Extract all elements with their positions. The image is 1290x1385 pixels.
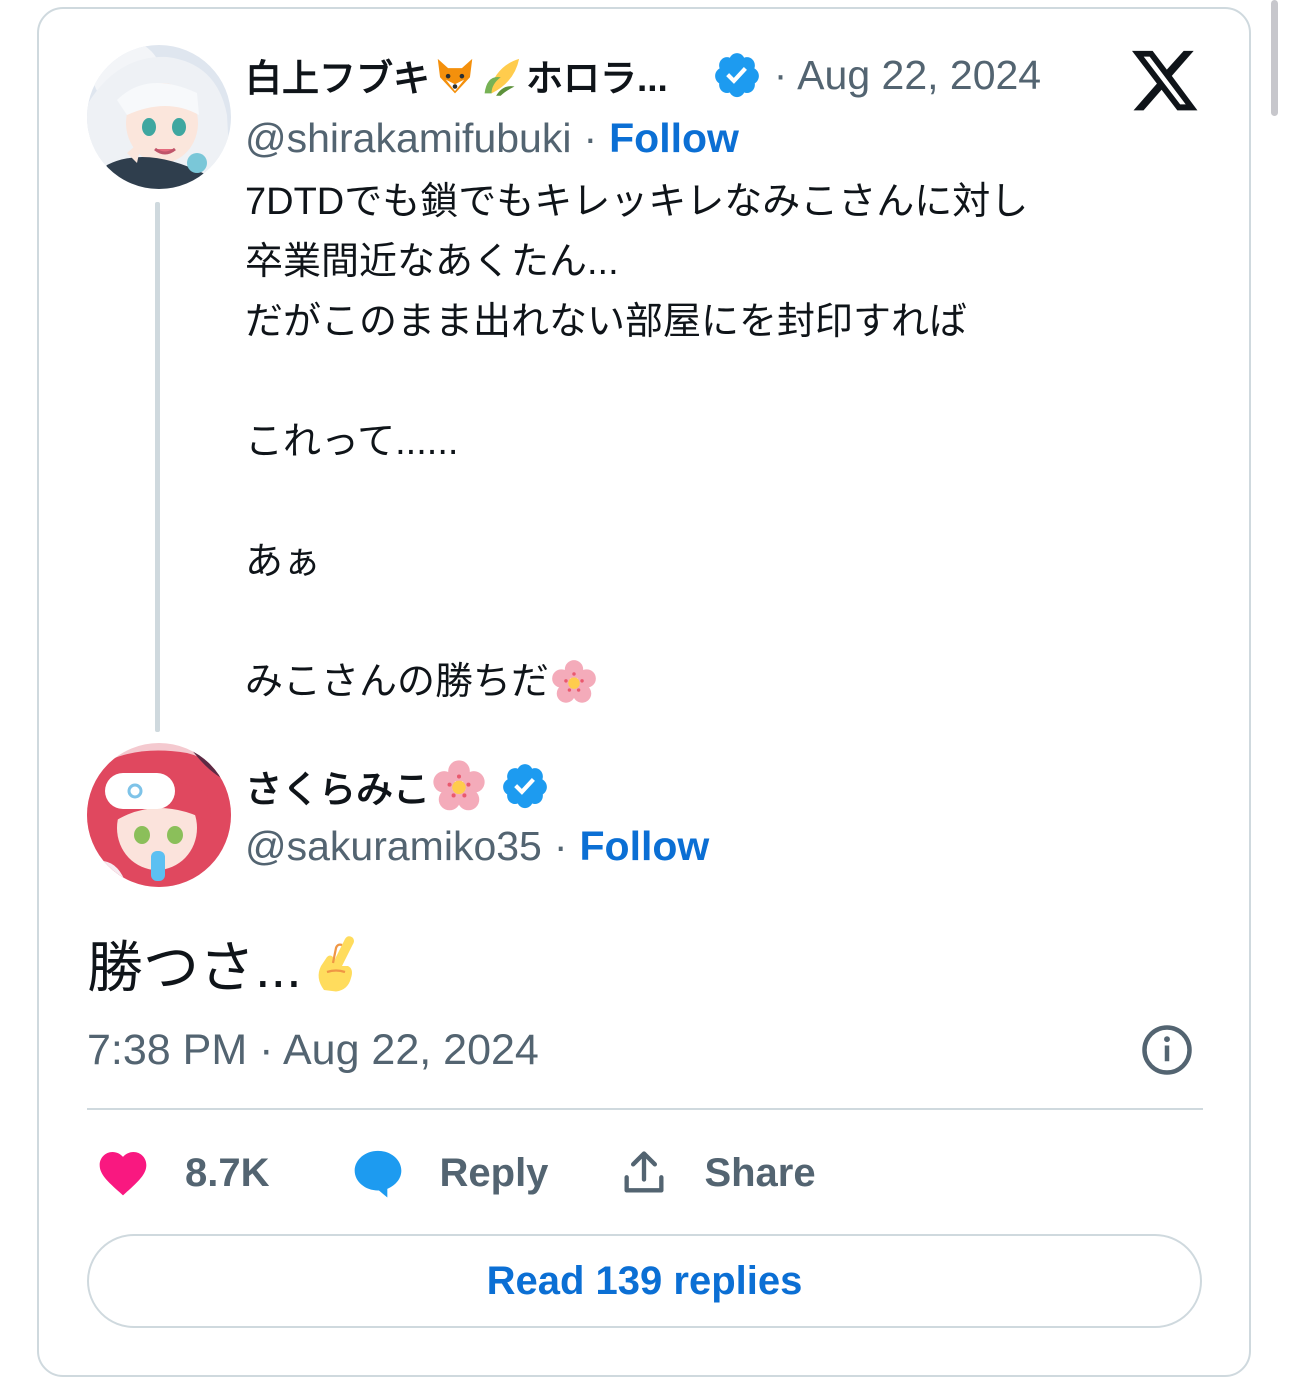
heart-icon	[95, 1145, 151, 1201]
follow-button-main[interactable]: Follow	[580, 823, 710, 870]
main-handle[interactable]: @sakuramiko35	[245, 823, 542, 870]
follow-button-quoted[interactable]: Follow	[609, 115, 739, 162]
divider	[87, 1108, 1203, 1110]
quoted-handle[interactable]: @shirakamifubuki	[245, 115, 571, 162]
main-handle-row: @sakuramiko35 · Follow	[245, 818, 709, 874]
handle-separator: ·	[583, 114, 598, 161]
quoted-tweet-text: 7DTDでも鎖でもキレッキレなみこさんに対し 卒業間近なあくたん... だがこの…	[245, 172, 1145, 712]
verified-badge-icon	[500, 761, 550, 811]
read-replies-label: Read 139 replies	[486, 1258, 803, 1303]
avatar-sakuramiko[interactable]	[87, 743, 231, 887]
main-display-name[interactable]: さくらみこ	[245, 759, 430, 813]
main-tweet-header: さくらみこ	[245, 756, 550, 816]
header-separator: ·	[773, 52, 788, 97]
quoted-display-name-suffix: ホロラ...	[526, 58, 668, 99]
verified-badge-icon	[712, 50, 762, 100]
share-label: Share	[704, 1150, 816, 1195]
cherry-blossom-emoji	[551, 659, 597, 705]
corn-emoji	[480, 52, 526, 98]
avatar-shirakamifubuki[interactable]	[87, 45, 231, 189]
quoted-text-line: みこさんの勝ちだ	[245, 661, 550, 703]
handle-separator: ·	[553, 822, 568, 869]
quoted-text-blank-line	[245, 472, 1145, 532]
thread-connector-line	[155, 202, 160, 732]
quoted-display-name[interactable]: 白上フブキ	[245, 48, 430, 102]
quoted-text-line: あぁ	[245, 541, 322, 583]
fox-emoji	[432, 52, 478, 98]
cherry-blossom-emoji	[432, 759, 486, 813]
quoted-text-line: 卒業間近なあくたん...	[245, 241, 619, 283]
tweet-timestamp[interactable]: 7:38 PM · Aug 22, 2024	[87, 1022, 539, 1078]
quoted-text-blank-line	[245, 592, 1145, 652]
x-logo-icon[interactable]	[1132, 50, 1200, 114]
quoted-text-line: だがこのまま出れない部屋にを封印すれば	[245, 301, 968, 343]
quoted-tweet-date[interactable]: Aug 22, 2024	[797, 52, 1041, 99]
quoted-tweet-header: 白上フブキ ホロラ... · Aug 22, 2024	[245, 45, 1041, 105]
info-icon[interactable]	[1140, 1023, 1194, 1077]
crossed-fingers-emoji	[306, 933, 366, 993]
reply-bubble-icon	[350, 1145, 406, 1201]
reply-button[interactable]: Reply	[350, 1140, 549, 1206]
scrollbar[interactable]	[1271, 0, 1278, 116]
quoted-text-line: 7DTDでも鎖でもキレッキレなみこさんに対し	[245, 181, 1029, 223]
share-upload-icon	[618, 1147, 670, 1199]
share-button[interactable]: Share	[618, 1140, 816, 1206]
main-tweet-text: 勝つさ...	[87, 925, 366, 1001]
quoted-text-line: これって......	[245, 421, 459, 463]
quoted-text-blank-line	[245, 352, 1145, 412]
quoted-handle-row: @shirakamifubuki · Follow	[245, 110, 739, 166]
main-tweet-text-content: 勝つさ...	[87, 935, 302, 999]
tweet-actions: 8.7K Reply Share	[87, 1140, 816, 1206]
quoted-text-last-line: みこさんの勝ちだ	[245, 652, 1145, 712]
like-button[interactable]: 8.7K	[87, 1140, 270, 1206]
read-replies-button[interactable]: Read 139 replies	[87, 1234, 1202, 1328]
reply-label: Reply	[439, 1150, 549, 1195]
like-count: 8.7K	[185, 1150, 270, 1195]
